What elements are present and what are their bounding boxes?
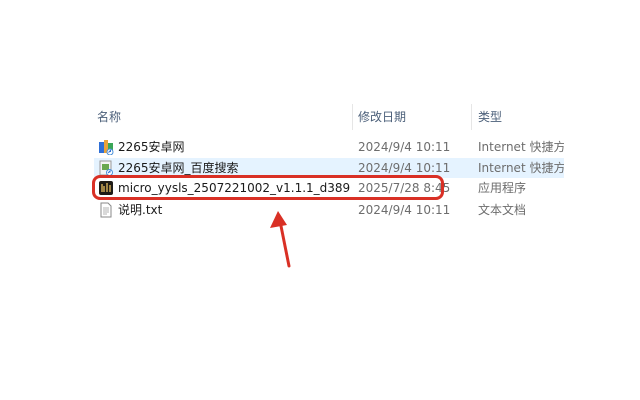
pointer-arrow	[270, 211, 291, 268]
file-name: 说明.txt	[118, 203, 163, 217]
text-document-icon	[100, 202, 112, 218]
highlight-box	[92, 175, 444, 200]
file-name: 2265安卓网	[118, 140, 185, 154]
file-type: 文本文档	[478, 203, 527, 217]
file-explorer-list: 名称 修改日期 类型 2265安卓网 2024/9/4 10:11 Intern…	[0, 0, 640, 400]
file-row[interactable]: 说明.txt 2024/9/4 10:11 文本文档	[94, 200, 564, 220]
file-type: Internet 快捷方式	[478, 161, 564, 175]
file-date-modified: 2024/9/4 10:11	[358, 203, 451, 217]
column-header-type[interactable]: 类型	[478, 109, 502, 125]
file-row[interactable]: 2265安卓网 2024/9/4 10:11 Internet 快捷方式	[94, 137, 564, 157]
internet-shortcut-icon	[99, 140, 114, 155]
file-date-modified: 2024/9/4 10:11	[358, 140, 451, 154]
internet-shortcut-icon	[99, 160, 113, 176]
file-type: 应用程序	[478, 181, 527, 195]
column-header-date-modified[interactable]: 修改日期	[358, 109, 406, 125]
column-separator[interactable]	[471, 104, 472, 130]
file-type: Internet 快捷方式	[478, 140, 564, 154]
column-separator[interactable]	[352, 104, 353, 130]
column-header-name[interactable]: 名称	[97, 109, 121, 125]
